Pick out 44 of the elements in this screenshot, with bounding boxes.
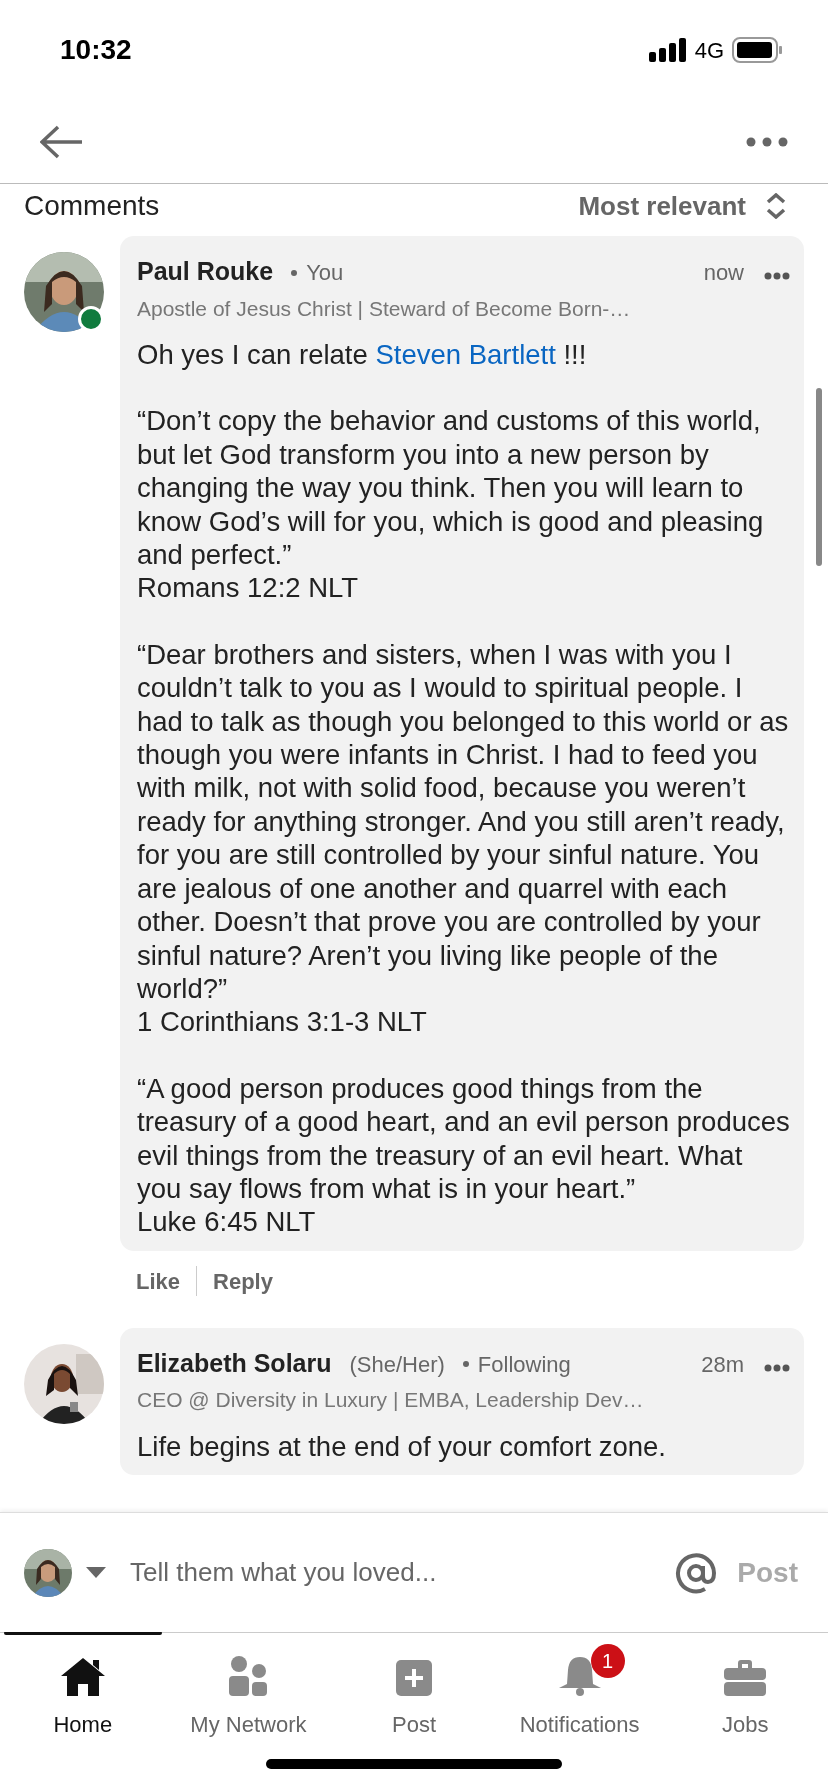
action-link[interactable]: Like — [136, 1264, 181, 1298]
author-headline: Apostle of Jesus Christ | Steward of Become Born-… — [137, 295, 632, 322]
more-icon[interactable] — [746, 136, 788, 147]
nav-tab[interactable]: Post — [331, 1633, 497, 1743]
relation-label: Following — [477, 1350, 571, 1379]
home-icon — [60, 1656, 105, 1696]
mention-icon[interactable] — [675, 1551, 718, 1594]
comment-time: now — [703, 259, 744, 287]
more-icon[interactable] — [764, 1363, 790, 1372]
nav-tab[interactable]: Home — [0, 1633, 166, 1743]
author-name[interactable]: Elizabeth Solaru — [137, 1344, 332, 1383]
pronouns: (She/Her) — [349, 1350, 445, 1379]
comment-input-field[interactable]: Tell them what you loved... — [130, 1553, 676, 1592]
comment-text: “Don’t copy the behavior and customs of this world, but let God transform you into a new person by changing the way you think. Then you will learn to know God’s will for you, which is good and pleasing and perfect.” Romans 12:2 NLT — [137, 404, 765, 605]
nav-tab[interactable]: Jobs — [662, 1633, 828, 1743]
action-link[interactable]: Reply — [213, 1264, 273, 1298]
battery-icon — [732, 37, 782, 63]
plus-square-icon — [396, 1660, 432, 1696]
people-icon — [229, 1656, 268, 1696]
author-name[interactable]: Paul Rouke — [137, 253, 274, 291]
more-icon[interactable] — [764, 272, 790, 280]
nav-tab[interactable]: 1 Notifications — [496, 1633, 663, 1743]
mention-link[interactable]: Steven Bartlett — [375, 339, 556, 370]
caret-icon[interactable] — [86, 1566, 106, 1579]
comment-text: “Dear brothers and sisters, when I was with you I couldn’t talk to you as I would to spiritual people. I had to talk as though you belonged to this world or as though you were infants in Christ. I had to feed you with milk, not with solid food, because you weren’t ready for anything stronger. And you still aren’t ready, for you are still controlled by your sinful nature. You are jealous of one another and quarrel with each other. Doesn’t that prove you are controlled by your sinful nature? Aren’t you living like people of the world?” 1 Corinthians 3:1-3 NLT — [137, 637, 790, 1039]
comment-text: “A good person produces good things from the treasury of a good heart, and an evil person produces evil things from the treasury of an evil heart. What you say flows from what is in your heart.” Luke 6:45 NLT — [137, 1071, 790, 1239]
comment-time: 28m — [701, 1350, 744, 1379]
separator-dot-icon — [291, 269, 298, 276]
back-arrow-icon[interactable] — [40, 124, 84, 159]
comment-text: Life begins at the end of your comfort zone. — [137, 1429, 667, 1464]
comment-text: Oh yes I can relate Steven Bartlett !!! — [137, 338, 588, 372]
bell-icon — [558, 1656, 601, 1696]
status-time: 10:32 — [60, 33, 132, 67]
briefcase-icon — [724, 1660, 767, 1696]
sort-dropdown[interactable]: Most relevant — [578, 186, 746, 226]
nav-tab[interactable]: My Network — [165, 1633, 332, 1743]
separator-dot-icon — [462, 1361, 469, 1368]
sort-icon[interactable] — [766, 193, 786, 219]
signal-icon — [648, 38, 687, 62]
relation-label: You — [306, 259, 344, 287]
notification-badge: 1 — [590, 1644, 625, 1678]
network-label: 4G — [694, 36, 724, 65]
author-headline: CEO @ Diversity in Luxury | EMBA, Leadership Dev… — [137, 1387, 645, 1414]
section-title: Comments — [24, 189, 160, 223]
